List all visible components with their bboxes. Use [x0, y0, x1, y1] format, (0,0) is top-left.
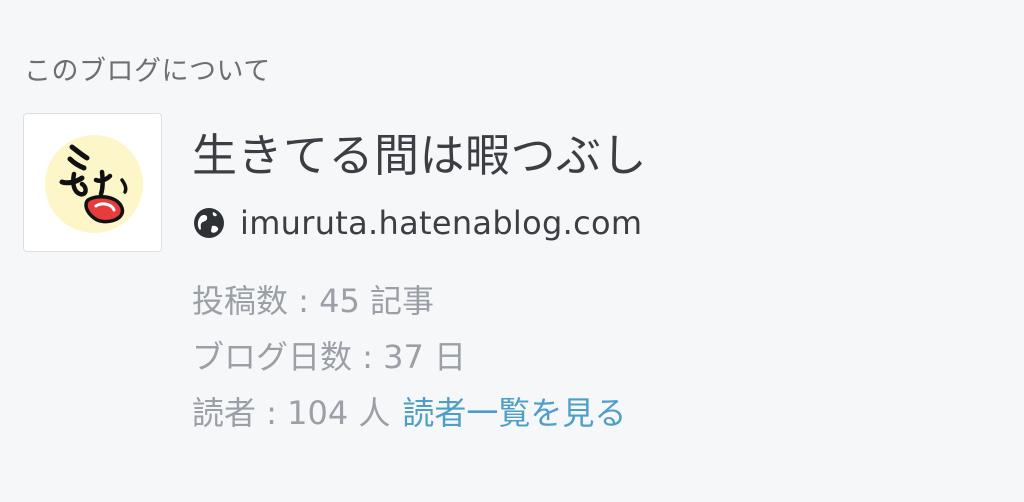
about-blog-panel: このブログについて 生きてる間は暇つぶし imuruta.hatenablog.… — [0, 0, 1024, 502]
blog-avatar[interactable] — [23, 113, 162, 252]
post-count: 投稿数 : 45 記事 — [192, 282, 435, 320]
blog-url-row[interactable]: imuruta.hatenablog.com — [192, 200, 642, 246]
reader-count-row: 読者 : 104 人読者一覧を見る — [192, 390, 626, 436]
reader-list-link[interactable]: 読者一覧を見る — [402, 394, 626, 432]
blog-days: ブログ日数 : 37 日 — [192, 338, 467, 376]
avatar-face-icon — [45, 135, 143, 233]
blog-url-link[interactable]: imuruta.hatenablog.com — [240, 204, 642, 242]
blog-title[interactable]: 生きてる間は暇つぶし — [192, 124, 647, 188]
section-heading: このブログについて — [24, 56, 271, 87]
globe-icon — [194, 208, 224, 238]
reader-count: 読者 : 104 人 — [192, 394, 391, 432]
